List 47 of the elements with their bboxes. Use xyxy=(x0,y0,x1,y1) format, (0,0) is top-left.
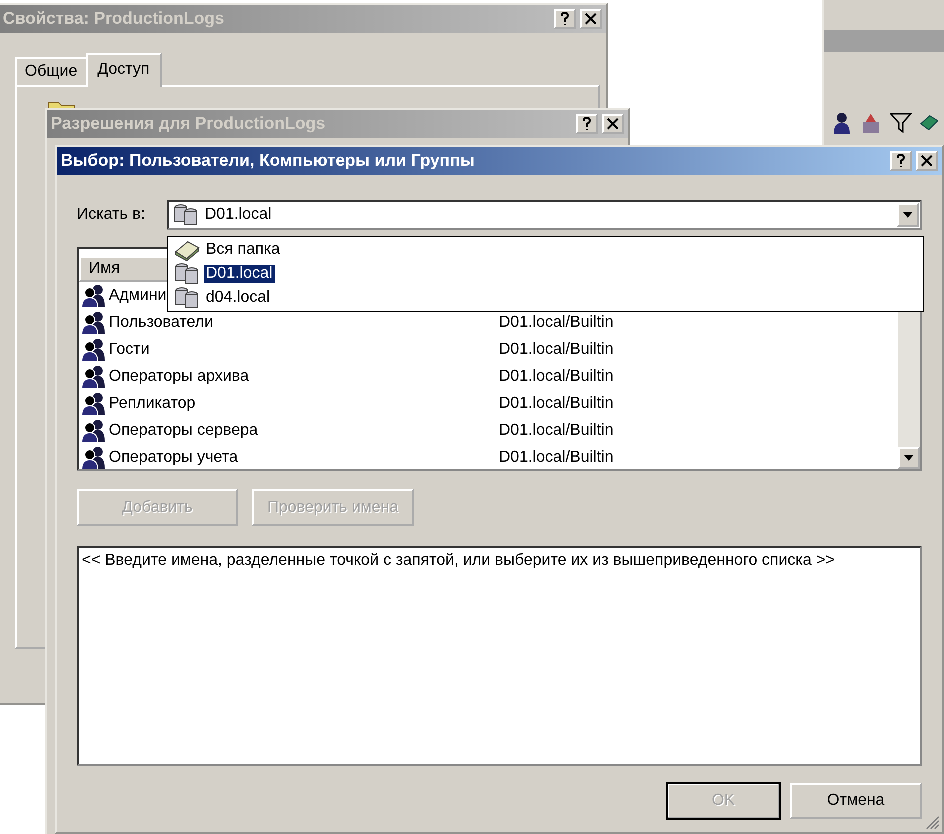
help-button[interactable] xyxy=(576,114,598,134)
close-icon xyxy=(585,13,597,25)
server-stack-icon xyxy=(174,286,200,310)
close-button[interactable] xyxy=(602,114,624,134)
window-title: Выбор: Пользователи, Компьютеры или Группы xyxy=(61,151,476,171)
field-label: Искать в: xyxy=(77,206,146,224)
close-icon xyxy=(921,155,933,167)
window-title: Свойства: ProductionLogs xyxy=(3,9,226,29)
help-button[interactable] xyxy=(554,9,576,29)
caret-icon xyxy=(904,455,914,461)
close-button[interactable] xyxy=(916,151,938,171)
server-stack-icon xyxy=(174,262,200,286)
dropdown-item[interactable]: D01.local xyxy=(204,265,275,283)
help-icon xyxy=(896,154,906,168)
table-cell: D01.local/Builtin xyxy=(499,368,614,386)
table-cell: D01.local/Builtin xyxy=(499,448,614,466)
list-item[interactable]: Операторы учета xyxy=(109,448,238,466)
scroll-down-button[interactable] xyxy=(898,447,920,469)
filter-icon[interactable] xyxy=(890,112,912,134)
table-cell: D01.local/Builtin xyxy=(499,314,614,332)
caret-icon xyxy=(903,212,913,218)
server-stack-icon xyxy=(173,203,199,227)
list-item[interactable]: Гости xyxy=(109,340,150,358)
tab[interactable]: Общие xyxy=(15,57,88,85)
table-cell: D01.local/Builtin xyxy=(499,422,614,440)
list-item[interactable]: Операторы архива xyxy=(109,368,250,386)
close-button[interactable] xyxy=(580,9,602,29)
list-item[interactable]: Админи xyxy=(109,286,167,304)
help-button[interactable] xyxy=(890,151,912,171)
cancel-button[interactable]: Отмена xyxy=(790,783,922,819)
dropdown-item[interactable]: Вся папка xyxy=(204,241,282,259)
help-icon xyxy=(582,117,592,131)
names-field[interactable]: << Введите имена, разделенные точкой с запятой, или выберите их из вышеприведенного списка >> xyxy=(77,546,922,766)
list-item[interactable]: Репликатор xyxy=(109,394,196,412)
window-title: Разрешения для ProductionLogs xyxy=(51,114,327,134)
location-dropdown[interactable]: D01.local xyxy=(167,200,922,230)
dropdown-item[interactable]: d04.local xyxy=(204,289,272,307)
tab[interactable]: Доступ xyxy=(86,53,162,87)
table-cell: D01.local/Builtin xyxy=(499,340,614,358)
resize-grip-icon[interactable] xyxy=(926,816,940,830)
table-cell: D01.local/Builtin xyxy=(499,394,614,412)
dropdown-button[interactable] xyxy=(897,203,919,227)
help-icon xyxy=(560,12,570,26)
list-item[interactable]: Пользователи xyxy=(109,314,214,332)
list-item[interactable]: Операторы сервера xyxy=(109,422,258,440)
close-icon xyxy=(607,118,619,130)
dropdown-value: D01.local xyxy=(205,206,273,224)
